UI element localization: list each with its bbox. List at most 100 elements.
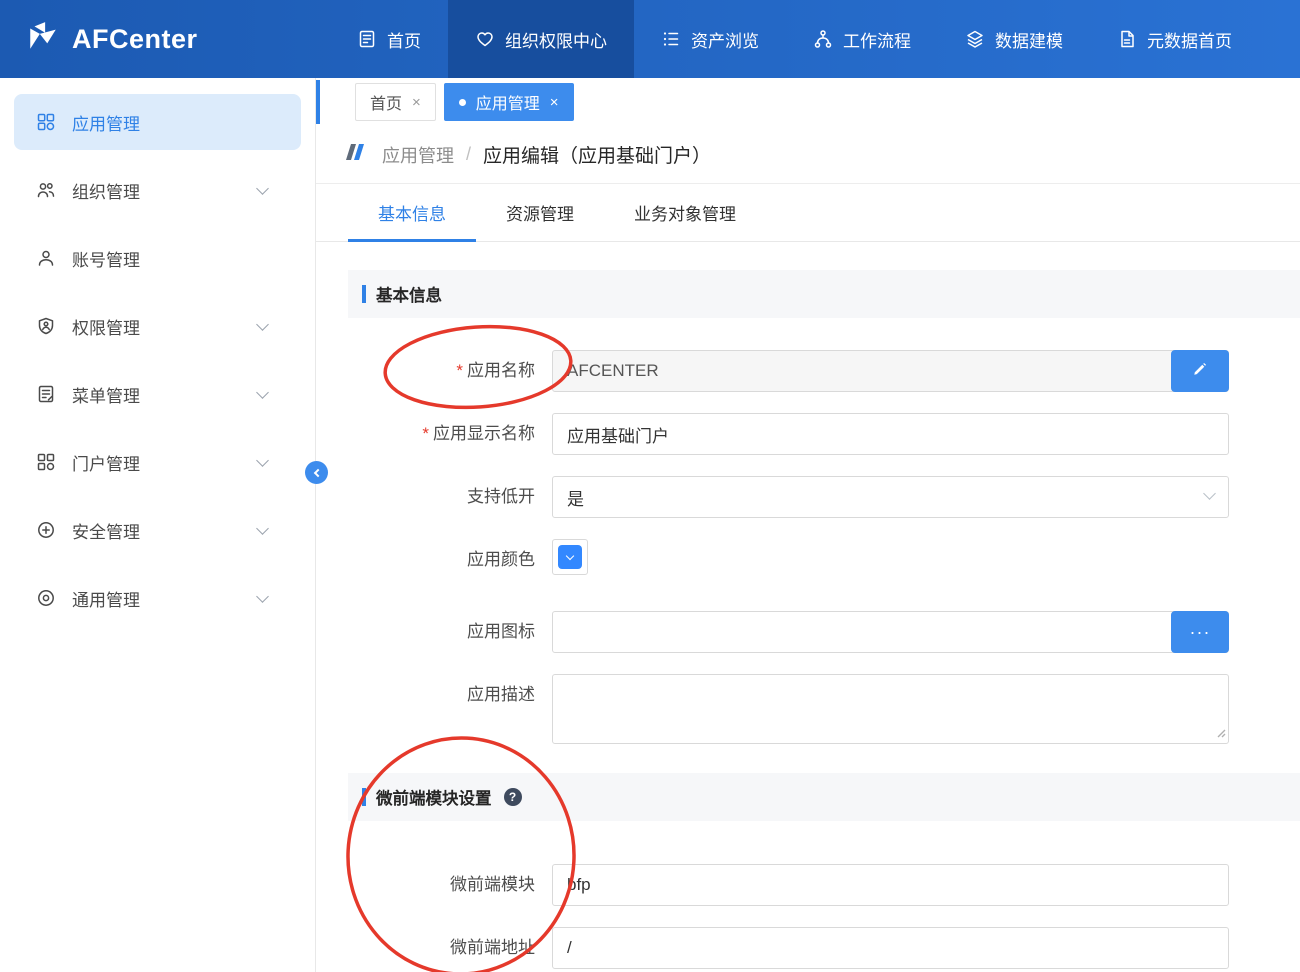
form-row-micro-module: 微前端模块 <box>316 864 1300 906</box>
field-label: 应用颜色 <box>348 539 535 581</box>
form-row-app-description: 应用描述 <box>316 674 1300 749</box>
chevron-down-icon <box>256 386 269 399</box>
app-name-input[interactable] <box>552 350 1229 392</box>
tab-app-management[interactable]: 应用管理 × <box>444 83 574 121</box>
section-accent-bar <box>362 285 366 303</box>
tab-label: 首页 <box>370 90 402 114</box>
form-row-app-name: *应用名称 <box>316 350 1300 392</box>
grid-icon <box>36 112 56 132</box>
required-mark: * <box>422 424 429 443</box>
breadcrumb-parent[interactable]: 应用管理 <box>382 142 454 168</box>
field-label: 微前端模块 <box>348 864 535 906</box>
active-tab-dot-icon <box>459 99 466 106</box>
nav-item-label: 资产浏览 <box>691 27 759 52</box>
nav-item-metadata-home[interactable]: 元数据首页 <box>1090 0 1259 78</box>
tab-basic-info[interactable]: 基本信息 <box>348 184 476 241</box>
field-label: *应用名称 <box>348 350 535 392</box>
sidebar-item-general-management[interactable]: 通用管理 <box>14 564 301 632</box>
sidebar-item-account-management[interactable]: 账号管理 <box>14 224 301 292</box>
nav-item-label: 数据建模 <box>995 27 1063 52</box>
detail-tab-label: 业务对象管理 <box>634 200 736 225</box>
tabbar-accent-bar <box>316 80 320 124</box>
form-row-micro-address: 微前端地址 <box>316 927 1300 969</box>
app-color-picker[interactable] <box>552 539 588 575</box>
sidebar-item-security-management[interactable]: 安全管理 <box>14 496 301 564</box>
app-logo[interactable]: AFCenter <box>0 0 240 78</box>
browse-icon-button[interactable]: ··· <box>1171 611 1229 653</box>
form-row-app-icon: 应用图标 ··· <box>316 611 1300 653</box>
field-label: 支持低开 <box>348 476 535 518</box>
breadcrumb-current: 应用编辑（应用基础门户） <box>483 141 711 168</box>
section-accent-bar <box>362 788 366 806</box>
sidebar-item-label: 安全管理 <box>72 518 242 543</box>
section-title: 微前端模块设置 <box>376 785 492 809</box>
top-navigation: 首页 组织权限中心 资 <box>330 0 1259 78</box>
tab-resource-management[interactable]: 资源管理 <box>476 184 604 241</box>
nav-item-home[interactable]: 首页 <box>330 0 448 78</box>
nav-item-data-modeling[interactable]: 数据建模 <box>938 0 1090 78</box>
close-icon[interactable]: × <box>550 94 559 111</box>
micro-module-input[interactable] <box>552 864 1229 906</box>
help-icon[interactable]: ? <box>504 788 522 806</box>
topbar: AFCenter 首页 组织权限中心 <box>0 0 1300 78</box>
form-row-app-display-name: *应用显示名称 <box>316 413 1300 455</box>
low-code-select[interactable]: 是 <box>552 476 1229 518</box>
heart-icon <box>475 29 495 49</box>
sidebar-collapse-button[interactable] <box>305 461 328 484</box>
tab-home[interactable]: 首页 × <box>355 83 436 121</box>
selected-value: 是 <box>567 485 584 510</box>
nav-item-label: 元数据首页 <box>1147 27 1232 52</box>
sidebar-item-label: 账号管理 <box>72 246 267 271</box>
detail-tab-label: 基本信息 <box>378 200 446 225</box>
list-icon <box>661 29 681 49</box>
form-row-app-color: 应用颜色 <box>316 539 1300 581</box>
sidebar-item-portal-management[interactable]: 门户管理 <box>14 428 301 496</box>
main-content: 首页 × 应用管理 × 应用管理 / 应用编辑（应用基础门户） 基本信息 <box>316 78 1300 972</box>
app-icon-input[interactable] <box>552 611 1229 653</box>
shield-person-icon <box>36 316 56 336</box>
color-swatch <box>558 545 582 569</box>
nav-item-label: 组织权限中心 <box>505 27 607 52</box>
breadcrumb-separator: / <box>466 144 471 165</box>
section-micro-frontend: 微前端模块设置 ? <box>348 773 1300 821</box>
page: AFCenter 首页 组织权限中心 <box>0 0 1300 972</box>
app-display-name-input[interactable] <box>552 413 1229 455</box>
app-name: AFCenter <box>72 24 198 55</box>
nav-item-workflow[interactable]: 工作流程 <box>786 0 938 78</box>
sidebar-item-label: 组织管理 <box>72 178 242 203</box>
chevron-down-icon <box>256 182 269 195</box>
dashboard-grid-icon <box>36 452 56 472</box>
field-label: 应用描述 <box>348 674 535 716</box>
chevron-down-icon <box>1203 487 1216 500</box>
nav-item-label: 首页 <box>387 27 421 52</box>
field-label: *应用显示名称 <box>348 413 535 455</box>
chevron-down-icon <box>256 318 269 331</box>
app-description-textarea[interactable] <box>552 674 1229 744</box>
tab-business-object-management[interactable]: 业务对象管理 <box>604 184 766 241</box>
sidebar-item-label: 通用管理 <box>72 586 242 611</box>
circle-dot-icon <box>36 588 56 608</box>
sidebar-item-org-management[interactable]: 组织管理 <box>14 156 301 224</box>
sidebar-item-menu-management[interactable]: 菜单管理 <box>14 360 301 428</box>
breadcrumb-slashes-icon <box>346 143 370 166</box>
nav-item-asset-browse[interactable]: 资产浏览 <box>634 0 786 78</box>
chevron-down-icon <box>256 454 269 467</box>
afcenter-logo-icon <box>26 20 60 59</box>
sidebar: 应用管理 组织管理 账号管理 <box>0 78 316 972</box>
micro-address-input[interactable] <box>552 927 1229 969</box>
nav-item-label: 工作流程 <box>843 27 911 52</box>
detail-tab-label: 资源管理 <box>506 200 574 225</box>
sidebar-item-permission-management[interactable]: 权限管理 <box>14 292 301 360</box>
close-icon[interactable]: × <box>412 94 421 111</box>
ellipsis-icon: ··· <box>1190 622 1211 643</box>
chevron-down-icon <box>256 590 269 603</box>
nav-item-org-permission-center[interactable]: 组织权限中心 <box>448 0 634 78</box>
circle-plus-icon <box>36 520 56 540</box>
field-label: 微前端地址 <box>348 927 535 969</box>
tab-label: 应用管理 <box>476 90 540 114</box>
sidebar-item-app-management[interactable]: 应用管理 <box>14 94 301 150</box>
chevron-down-icon <box>566 552 574 560</box>
menu-document-icon <box>36 384 56 404</box>
edit-button[interactable] <box>1171 350 1229 392</box>
breadcrumb: 应用管理 / 应用编辑（应用基础门户） <box>316 126 1300 184</box>
